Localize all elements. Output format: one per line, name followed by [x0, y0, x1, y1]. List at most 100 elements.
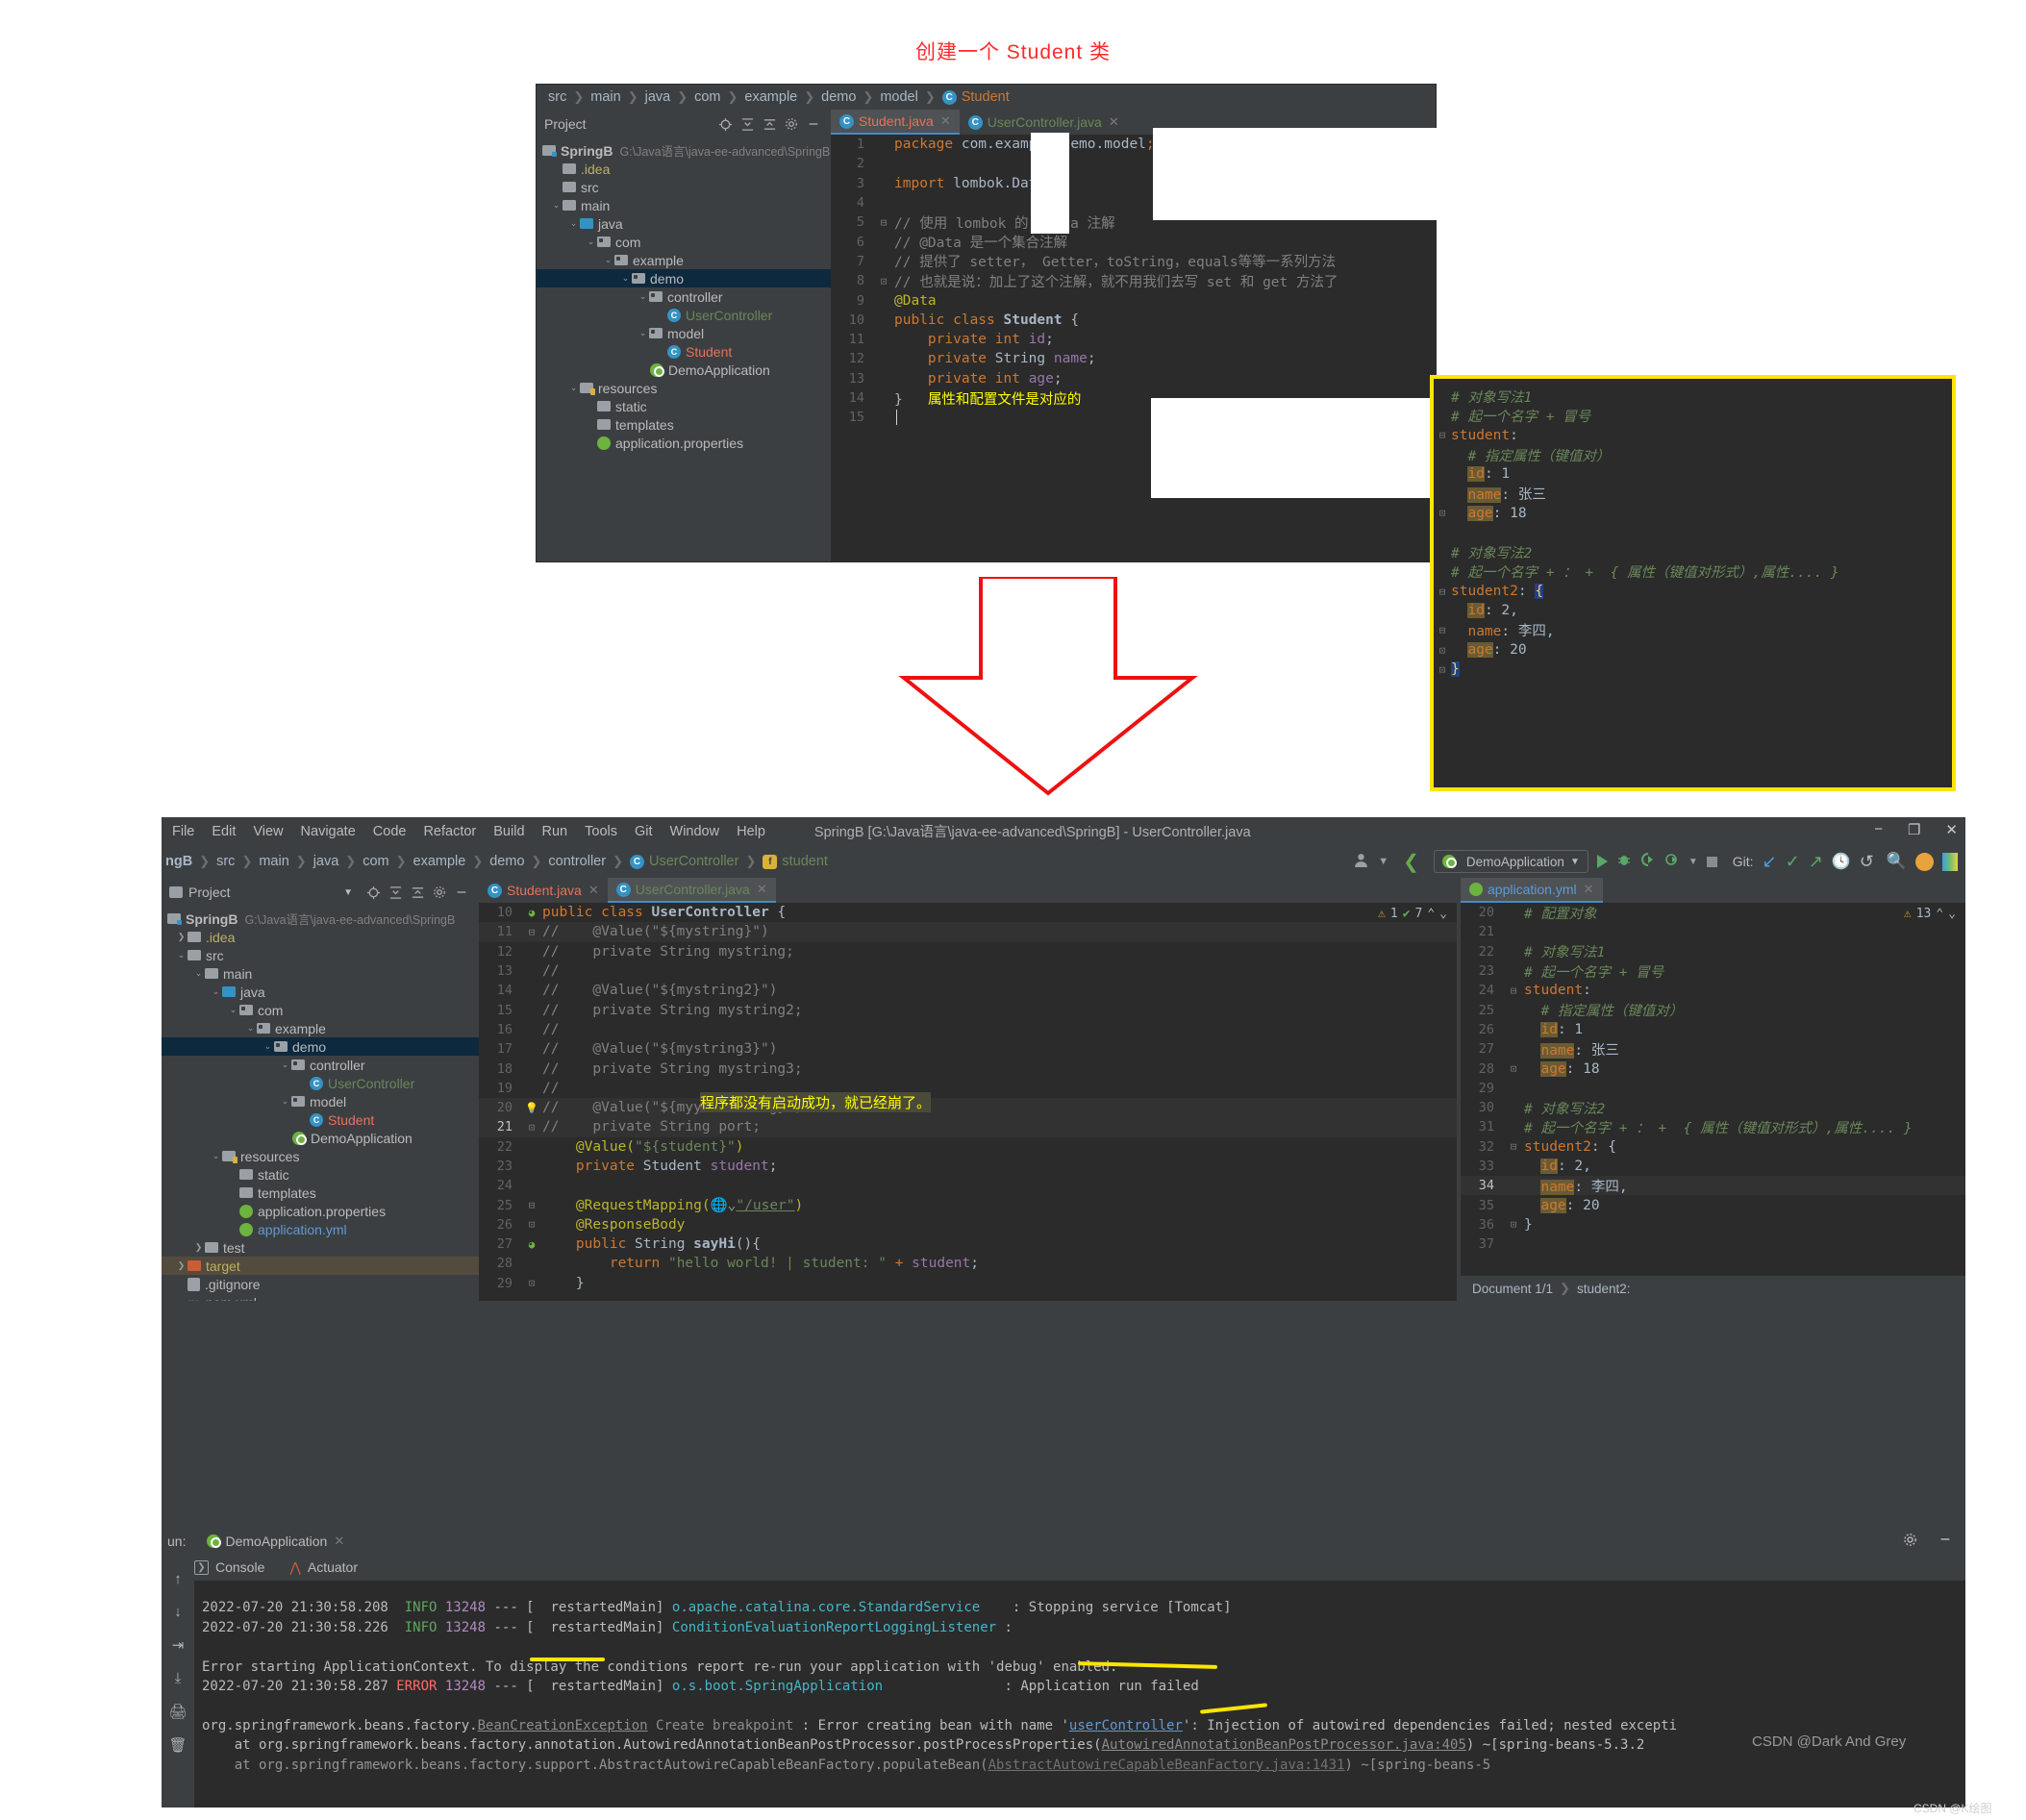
tree-item-usercontroller[interactable]: C UserController — [162, 1074, 479, 1092]
prev-problem-icon[interactable]: ⌃ — [1936, 907, 1943, 921]
tree-root[interactable]: SpringB G:\Java语言\java-ee-advanced\Sprin… — [537, 141, 831, 160]
tab-student-java[interactable]: C Student.java ✕ — [479, 878, 608, 903]
tab-usercontroller-java[interactable]: C UserController.java ✕ — [607, 878, 776, 903]
tree-item-usercontroller[interactable]: C UserController — [537, 306, 831, 324]
prev-problem-icon[interactable]: ⌃ — [1427, 907, 1435, 921]
tree-item-resources[interactable]: ⌄ resources — [537, 379, 831, 397]
yml-code-area[interactable]: ⚠ 13 ⌃ ⌄ 20 # 配置对象 21 22 # 对象写法1 23 # 起一个名字 … — [1461, 903, 1965, 1276]
tree-item-static[interactable]: static — [162, 1165, 479, 1184]
tree-item-student[interactable]: C Student — [162, 1110, 479, 1129]
breadcrumb-item[interactable]: com — [694, 89, 720, 105]
breadcrumb-item[interactable]: demo — [821, 89, 856, 105]
breadcrumb-item[interactable]: com — [363, 854, 388, 869]
scroll-down-icon[interactable]: ↓ — [174, 1604, 182, 1620]
locate-icon[interactable] — [715, 114, 735, 134]
tree-item-example[interactable]: ⌄ example — [162, 1019, 479, 1037]
search-icon[interactable]: 🔍 — [1887, 852, 1907, 871]
tree-item-application-yml[interactable]: application.yml — [162, 1220, 479, 1238]
soft-wrap-icon[interactable]: ⇥ — [172, 1636, 185, 1654]
breadcrumb-item[interactable]: src — [216, 854, 235, 869]
git-commit-icon[interactable]: ✓ — [1786, 852, 1800, 872]
yml-inspection-widget[interactable]: ⚠ 13 ⌃ ⌄ — [1904, 907, 1956, 921]
collapse-all-icon[interactable] — [760, 114, 779, 134]
collapse-all-icon[interactable] — [408, 883, 427, 902]
tab-usercontroller-java[interactable]: C UserController.java ✕ — [959, 110, 1128, 135]
expand-all-icon[interactable] — [738, 114, 757, 134]
scroll-up-icon[interactable]: ↑ — [174, 1571, 182, 1587]
tree-item-example[interactable]: ⌄ example — [537, 251, 831, 269]
console-output[interactable]: 2022-07-20 21:30:58.208 INFO 13248 --- [… — [194, 1581, 1965, 1808]
tree-item-templates[interactable]: templates — [162, 1184, 479, 1202]
breadcrumb-current[interactable]: Student — [962, 89, 1010, 105]
tree-item-demoapplication[interactable]: DemoApplication — [162, 1129, 479, 1147]
close-icon[interactable]: ✕ — [1109, 114, 1119, 130]
close-icon[interactable]: ✕ — [757, 882, 767, 897]
menu-tools[interactable]: Tools — [576, 824, 626, 839]
tree-item-main[interactable]: ⌄ main — [537, 196, 831, 214]
tree-root[interactable]: SpringB G:\Java语言\java-ee-advanced\Spring… — [162, 910, 479, 928]
run-with-coverage-icon[interactable] — [1640, 852, 1656, 871]
breadcrumb-item[interactable]: java — [313, 854, 339, 869]
expand-all-icon[interactable] — [386, 883, 405, 902]
tree-item-src[interactable]: src — [537, 178, 831, 196]
next-problem-icon[interactable]: ⌄ — [1948, 907, 1956, 921]
tree-item-controller[interactable]: ⌄ controller — [537, 287, 831, 306]
gear-icon[interactable] — [782, 114, 801, 134]
breadcrumb-item[interactable]: java — [645, 89, 671, 105]
bottom-code-area[interactable]: ⚠ 1 ✔ 7 ⌃ ⌄ 10 ◕ public class UserController… — [479, 903, 1457, 1301]
top-project-tree[interactable]: SpringB G:\Java语言\java-ee-advanced\Sprin… — [537, 138, 831, 561]
user-icon[interactable] — [1353, 852, 1369, 872]
menu-code[interactable]: Code — [364, 824, 415, 839]
inspection-widget[interactable]: ⚠ 1 ✔ 7 ⌃ ⌄ — [1378, 907, 1447, 921]
yaml-card-code[interactable]: # 对象写法1 # 起一个名字 + 冒号 ⊟ student: # 指定属性（键值… — [1434, 379, 1952, 679]
bottom-project-tree[interactable]: SpringB G:\Java语言\java-ee-advanced\Spring… — [162, 907, 479, 1301]
tree-item-application-properties[interactable]: application.properties — [162, 1202, 479, 1220]
menu-window[interactable]: Window — [662, 824, 729, 839]
breadcrumb-item[interactable]: ngB — [165, 854, 192, 869]
run-config-tab[interactable]: DemoApplication ✕ — [207, 1533, 344, 1549]
tree-item-demo[interactable]: ⌄ demo — [162, 1037, 479, 1056]
hide-panel-icon[interactable] — [452, 883, 471, 902]
breadcrumb-item[interactable]: example — [744, 89, 797, 105]
breadcrumb-item[interactable]: src — [548, 89, 566, 105]
tab-application-yml[interactable]: application.yml ✕ — [1461, 878, 1603, 903]
gear-icon[interactable] — [430, 883, 449, 902]
menu-run[interactable]: Run — [534, 824, 577, 839]
tab-console[interactable]: ❯ Console — [194, 1559, 264, 1575]
debug-icon[interactable] — [1616, 852, 1632, 871]
tree-item-java[interactable]: ⌄ java — [537, 214, 831, 233]
gear-icon[interactable] — [1903, 1533, 1917, 1550]
breadcrumb-field[interactable]: student — [782, 854, 828, 869]
breadcrumb-item[interactable]: demo — [489, 854, 524, 869]
tree-item-demoapplication[interactable]: DemoApplication — [537, 361, 831, 379]
minimize-button[interactable]: − — [1874, 821, 1883, 838]
hide-panel-icon[interactable] — [1938, 1533, 1952, 1550]
tree-item-demo[interactable]: ⌄ demo — [537, 269, 831, 287]
tree-item-pom-xml[interactable]: mpom.xml — [162, 1293, 479, 1302]
project-panel-label[interactable]: Project — [188, 885, 343, 900]
run-configuration-selector[interactable]: DemoApplication ▼ — [1433, 850, 1588, 873]
close-icon[interactable]: ✕ — [940, 113, 951, 129]
notification-icon[interactable] — [1915, 852, 1934, 871]
chevron-down-icon[interactable]: ▼ — [343, 887, 353, 898]
menu-refactor[interactable]: Refactor — [414, 824, 485, 839]
tree-item-com[interactable]: ⌄ com — [537, 233, 831, 251]
menu-file[interactable]: File — [163, 824, 203, 839]
tree-item-com[interactable]: ⌄ com — [162, 1001, 479, 1019]
profile-icon[interactable] — [1664, 852, 1680, 871]
print-icon[interactable]: 🖨 — [168, 1703, 187, 1720]
chevron-down-icon[interactable]: ▼ — [1688, 857, 1698, 867]
tree-item-target[interactable]: ❯ target — [162, 1257, 479, 1275]
tree-item-idea[interactable]: ❯ .idea — [162, 928, 479, 946]
breadcrumb-item[interactable]: controller — [548, 854, 606, 869]
breadcrumb-item[interactable]: main — [590, 89, 620, 105]
next-problem-icon[interactable]: ⌄ — [1439, 907, 1447, 921]
project-panel-label[interactable]: Project — [544, 116, 713, 132]
scroll-to-end-icon[interactable]: ⤓ — [175, 1670, 182, 1686]
tree-item-java[interactable]: ⌄ java — [162, 983, 479, 1001]
menu-edit[interactable]: Edit — [203, 824, 244, 839]
git-update-icon[interactable]: ↙ — [1763, 852, 1777, 872]
menu-help[interactable]: Help — [728, 824, 774, 839]
hide-panel-icon[interactable] — [804, 114, 823, 134]
tree-item-src[interactable]: ⌄ src — [162, 946, 479, 964]
